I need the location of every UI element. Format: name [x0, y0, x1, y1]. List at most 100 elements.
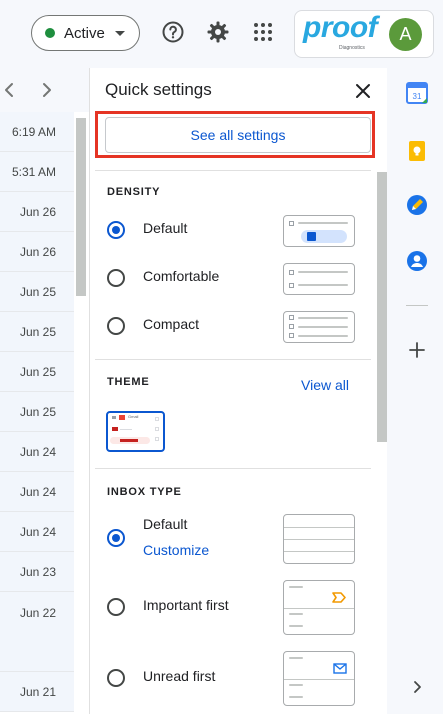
- preview-line: [298, 317, 348, 319]
- email-row-date[interactable]: Jun 21: [0, 672, 74, 712]
- plus-icon[interactable]: [406, 339, 428, 361]
- preview-line: [284, 551, 354, 552]
- option-label: Important first: [143, 597, 229, 613]
- option-label: Default: [143, 516, 188, 532]
- scrollbar-thumb[interactable]: [76, 118, 86, 296]
- preview-checkbox: [289, 315, 294, 320]
- email-row-date[interactable]: 6:19 AM: [0, 112, 74, 152]
- preview-line: [289, 657, 303, 659]
- apps-grid-icon[interactable]: [250, 19, 276, 45]
- quick-settings-panel: Quick settings See all settings DENSITY …: [89, 68, 387, 714]
- caret-down-icon: [114, 30, 125, 36]
- calendar-day: 31: [413, 92, 422, 101]
- email-row-date[interactable]: Jun 25: [0, 352, 74, 392]
- email-date-list: 6:19 AM 5:31 AM Jun 26 Jun 26 Jun 25 Jun…: [0, 112, 74, 712]
- preview-line: [298, 326, 348, 328]
- status-selector[interactable]: Active: [31, 15, 140, 51]
- contacts-icon[interactable]: [406, 250, 428, 272]
- top-header: Active proof Diagnostics A: [0, 0, 443, 68]
- preview-checkbox: [289, 270, 294, 275]
- option-label: Compact: [143, 316, 200, 332]
- email-row-date[interactable]: Jun 23: [0, 552, 74, 592]
- see-all-settings-button[interactable]: See all settings: [105, 117, 371, 153]
- mail-list-scrollbar[interactable]: [76, 112, 86, 322]
- preview-line: [120, 429, 132, 430]
- preview-line: [284, 679, 354, 680]
- email-row-date[interactable]: Jun 24: [0, 432, 74, 472]
- email-row-date[interactable]: Jun 25: [0, 392, 74, 432]
- inbox-important-preview: [283, 580, 355, 635]
- important-marker-icon: [332, 590, 346, 608]
- side-panel: 31: [387, 68, 443, 714]
- option-label: Comfortable: [143, 268, 220, 284]
- divider: [406, 305, 428, 306]
- mail-list-pane: 6:19 AM 5:31 AM Jun 26 Jun 26 Jun 25 Jun…: [0, 68, 89, 714]
- preview-line: [289, 696, 303, 698]
- inbox-type-heading: INBOX TYPE: [107, 486, 182, 498]
- preview-line: [289, 625, 303, 627]
- email-row-date[interactable]: Jun 26: [0, 232, 74, 272]
- email-row-date[interactable]: Jun 25: [0, 272, 74, 312]
- radio-unselected[interactable]: [107, 598, 125, 616]
- doc-icon: [307, 232, 316, 241]
- view-all-themes-link[interactable]: View all: [301, 377, 349, 393]
- radio-selected[interactable]: [107, 221, 125, 239]
- email-row-date[interactable]: 5:31 AM: [0, 152, 74, 192]
- density-heading: DENSITY: [107, 186, 161, 198]
- option-label: Default: [143, 220, 188, 236]
- divider: [95, 359, 371, 360]
- pagination-arrows: [0, 68, 89, 112]
- help-icon[interactable]: [160, 19, 186, 45]
- brand-logo: proof: [303, 11, 378, 44]
- preview-line: [289, 586, 303, 588]
- theme-thumb-label: Gmail: [128, 414, 139, 419]
- close-icon[interactable]: [352, 80, 374, 102]
- inbox-unread-preview: [283, 651, 355, 706]
- settings-gear-icon[interactable]: [205, 19, 231, 45]
- preview-line: [284, 608, 354, 609]
- mail-envelope-icon: [333, 661, 347, 679]
- theme-thumbnail[interactable]: Gmail: [106, 411, 165, 452]
- tasks-icon[interactable]: [406, 194, 428, 216]
- email-row-date[interactable]: Jun 26: [0, 192, 74, 232]
- radio-unselected[interactable]: [107, 669, 125, 687]
- preview-line: [284, 539, 354, 540]
- status-dot: [45, 28, 55, 38]
- preview-checkbox: [289, 283, 294, 288]
- option-label: Unread first: [143, 668, 216, 684]
- density-default-preview: [283, 215, 355, 247]
- preview-line: [289, 684, 303, 686]
- preview-line: [298, 271, 348, 273]
- theme-heading: THEME: [107, 376, 150, 388]
- preview-dot: [155, 437, 159, 441]
- preview-line: [298, 335, 348, 337]
- chevron-right-icon[interactable]: [36, 80, 56, 100]
- keep-icon[interactable]: [406, 140, 428, 162]
- preview-line: [120, 439, 138, 442]
- email-row-date[interactable]: Jun 22: [0, 592, 74, 672]
- email-row-date[interactable]: Jun 25: [0, 312, 74, 352]
- radio-unselected[interactable]: [107, 269, 125, 287]
- customize-link[interactable]: Customize: [143, 542, 209, 558]
- preview-line: [298, 284, 348, 286]
- email-row-date[interactable]: Jun 24: [0, 472, 74, 512]
- quick-settings-scrollbar[interactable]: [377, 172, 387, 442]
- preview-checkbox: [289, 324, 294, 329]
- preview-line: [298, 222, 348, 224]
- chevron-right-icon[interactable]: [406, 676, 428, 698]
- avatar[interactable]: A: [389, 18, 422, 51]
- inbox-default-preview: [283, 514, 355, 564]
- preview-line: [284, 527, 354, 528]
- status-label: Active: [64, 24, 105, 42]
- preview-dot: [155, 417, 159, 421]
- radio-selected[interactable]: [107, 529, 125, 547]
- email-row-date[interactable]: Jun 24: [0, 512, 74, 552]
- divider: [95, 468, 371, 469]
- quick-settings-title: Quick settings: [105, 80, 212, 99]
- chevron-left-icon[interactable]: [0, 80, 20, 100]
- preview-checkbox: [289, 221, 294, 226]
- radio-unselected[interactable]: [107, 317, 125, 335]
- menu-icon: [112, 416, 116, 419]
- calendar-icon[interactable]: 31: [406, 82, 428, 104]
- density-comfortable-preview: [283, 263, 355, 295]
